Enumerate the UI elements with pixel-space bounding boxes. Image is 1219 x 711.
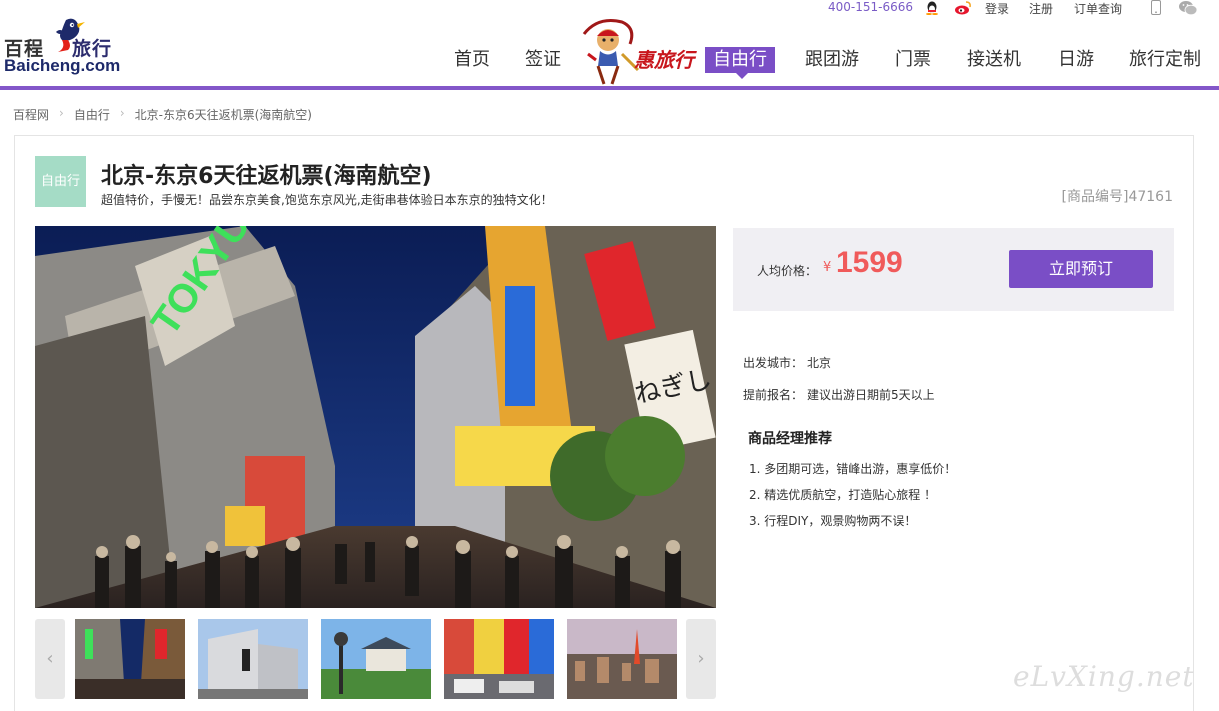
site-logo[interactable]: 百程 旅行 Baicheng.com xyxy=(4,14,134,76)
recommend-item: 1. 多团期可选，错峰出游，惠享低价！ xyxy=(749,462,957,476)
manager-recommend-title: 商品经理推荐 xyxy=(748,431,832,447)
thumbnail-2[interactable] xyxy=(198,619,308,699)
nav-airport-transfer[interactable]: 接送机 xyxy=(959,47,1029,73)
advance-booking-key: 提前报名： xyxy=(743,388,804,402)
nav-day-tour[interactable]: 日游 xyxy=(1050,47,1102,73)
depart-city-key: 出发城市： xyxy=(743,356,804,370)
breadcrumb-home[interactable]: 百程网 xyxy=(13,106,49,123)
depart-city-value: 北京 xyxy=(807,356,832,370)
mobile-icon[interactable] xyxy=(1150,0,1162,15)
advance-booking-value: 建议出游日期前5天以上 xyxy=(807,388,935,402)
chevron-right-icon: › xyxy=(119,106,125,120)
breadcrumb-free-travel[interactable]: 自由行 xyxy=(74,106,110,123)
price-box: 人均价格： ¥ 1599 立即预订 xyxy=(733,228,1174,311)
nav-free-travel[interactable]: 自由行 xyxy=(705,47,775,73)
price-currency: ¥ xyxy=(823,260,832,275)
thumbnail-4[interactable] xyxy=(444,619,554,699)
monkey-king-icon xyxy=(582,19,640,85)
recommend-item: 2. 精选优质航空，打造贴心旅程 ！ xyxy=(749,488,937,502)
logo-en-text: Baicheng.com xyxy=(4,56,121,75)
wechat-icon[interactable] xyxy=(1178,0,1198,16)
product-panel: 自由行 北京-东京6天往返机票(海南航空) 超值特价，手慢无！品尝东京美食,饱览… xyxy=(14,135,1194,711)
weibo-icon[interactable] xyxy=(954,0,972,15)
thumbnail-5[interactable] xyxy=(567,619,677,699)
thumb-prev-button[interactable]: ‹ xyxy=(35,619,65,699)
register-link[interactable]: 注册 xyxy=(1029,0,1053,17)
book-now-button[interactable]: 立即预订 xyxy=(1009,250,1153,288)
breadcrumb: 百程网 › 自由行 › 北京-东京6天往返机票(海南航空) xyxy=(13,106,312,123)
thumb-next-button[interactable]: › xyxy=(686,619,716,699)
thumbnail-1[interactable] xyxy=(75,619,185,699)
main-product-photo[interactable]: TOKYU ねぎし xyxy=(35,226,716,608)
watermark: eLvXing.net xyxy=(1013,660,1195,693)
thumbnail-3[interactable] xyxy=(321,619,431,699)
price-value: 1599 xyxy=(836,246,903,279)
breadcrumb-current: 北京-东京6天往返机票(海南航空) xyxy=(134,108,312,122)
login-link[interactable]: 登录 xyxy=(985,0,1009,17)
nav-home[interactable]: 首页 xyxy=(446,47,498,73)
category-tag: 自由行 xyxy=(35,156,86,207)
nav-group-tour[interactable]: 跟团游 xyxy=(797,47,867,73)
nav-active-caret xyxy=(736,73,748,79)
header-divider xyxy=(0,86,1219,90)
promo-banner[interactable]: 惠旅行 xyxy=(578,14,696,86)
product-title: 北京-东京6天往返机票(海南航空) xyxy=(101,164,432,189)
hotline-phone: 400-151-6666 xyxy=(828,0,914,14)
qq-icon[interactable] xyxy=(924,0,940,15)
nav-visa[interactable]: 签证 xyxy=(517,47,569,73)
product-subtitle: 超值特价，手慢无！品尝东京美食,饱览东京风光,走街串巷体验日本东京的独特文化！ xyxy=(101,193,553,207)
advance-booking-row: 提前报名： 建议出游日期前5天以上 xyxy=(743,386,935,403)
price-label: 人均价格： xyxy=(757,264,818,278)
depart-city-row: 出发城市： 北京 xyxy=(743,354,831,371)
nav-tickets[interactable]: 门票 xyxy=(887,47,939,73)
product-number: [商品编号]47161 xyxy=(1061,189,1173,205)
chevron-right-icon: › xyxy=(697,648,705,669)
nav-custom-travel[interactable]: 旅行定制 xyxy=(1121,47,1209,73)
chevron-left-icon: ‹ xyxy=(46,648,54,669)
thumbnail-strip: ‹ › xyxy=(35,619,716,701)
recommend-item: 3. 行程DIY，观景购物两不误！ xyxy=(749,514,917,528)
promo-text: 惠旅行 xyxy=(634,48,694,72)
chevron-right-icon: › xyxy=(59,106,64,120)
order-query-link[interactable]: 订单查询 xyxy=(1074,0,1122,17)
